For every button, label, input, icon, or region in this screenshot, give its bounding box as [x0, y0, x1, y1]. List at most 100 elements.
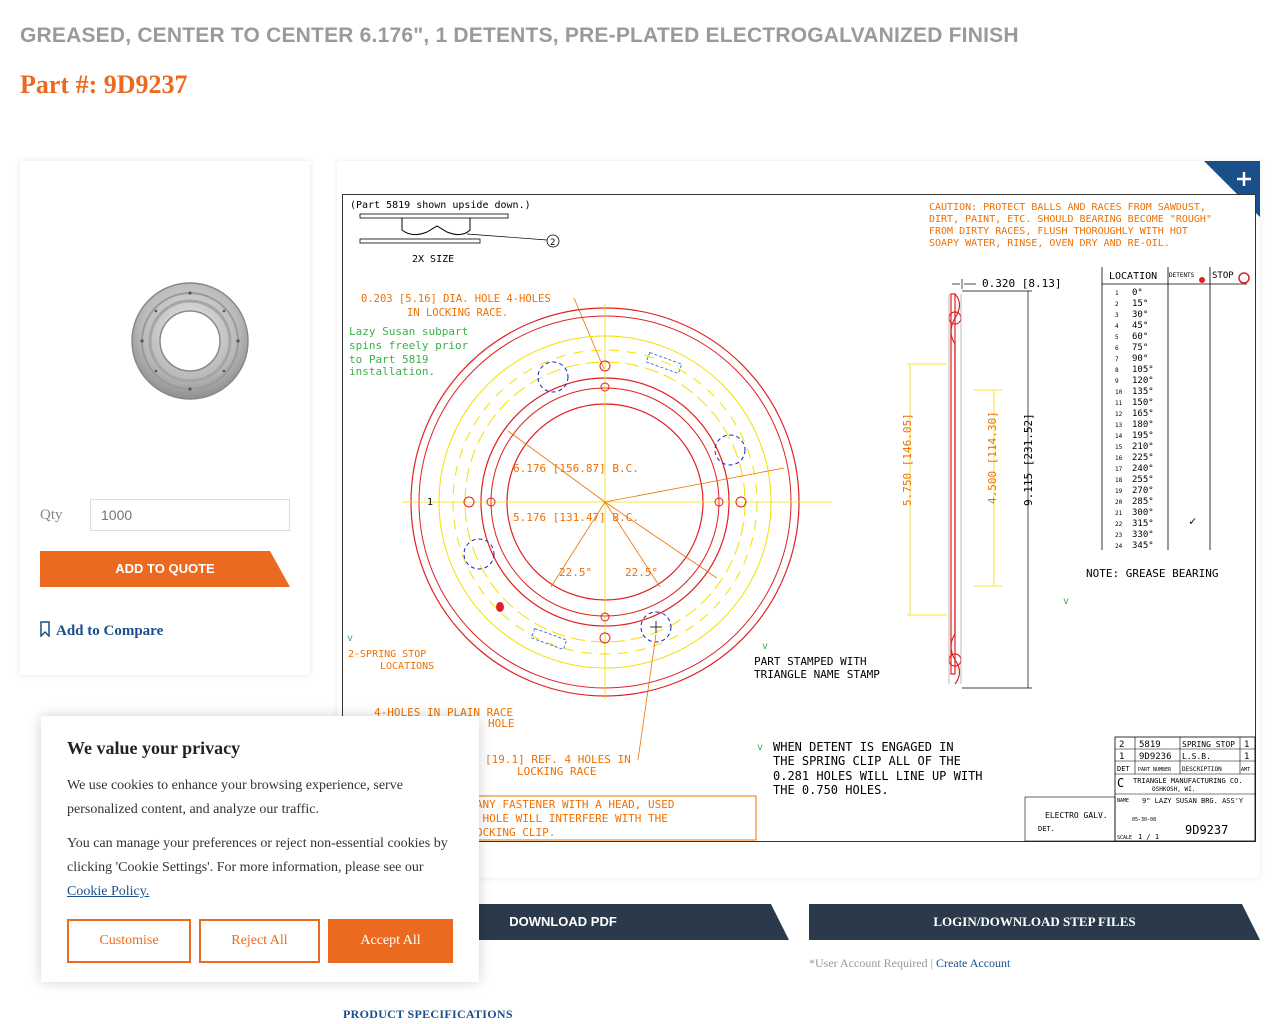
location-angle: 300° [1132, 508, 1154, 518]
svg-text:DET: DET [1117, 765, 1130, 773]
location-number: 21 [1115, 510, 1123, 517]
size-note: 2X SIZE [412, 254, 454, 265]
location-number: 1 [1115, 290, 1119, 297]
detent-note-line-4: THE 0.750 HOLES. [773, 783, 889, 797]
svg-text:1: 1 [1119, 752, 1124, 762]
svg-text:v: v [347, 633, 353, 644]
svg-text:ELECTRO GALV.: ELECTRO GALV. [1045, 811, 1108, 820]
location-angle: 180° [1132, 420, 1154, 430]
bc-label-1: 6.176 [156.87] B.C. [513, 462, 639, 475]
customise-button[interactable]: Customise [67, 919, 191, 963]
caution-line-4: SOAPY WATER, RINSE, OVEN DRY AND RE-OIL. [929, 238, 1170, 249]
location-angle: 150° [1132, 398, 1154, 408]
location-angle: 195° [1132, 431, 1154, 441]
svg-text:v: v [762, 641, 768, 652]
warning-line-2: 281 HOLE WILL INTERFERE WITH THE [456, 812, 668, 825]
svg-text:DESCRIPTION: DESCRIPTION [1182, 766, 1222, 773]
svg-text:05-30-08: 05-30-08 [1132, 817, 1156, 823]
loc-header-detents: DETENTS [1169, 272, 1195, 279]
create-account-link[interactable]: Create Account [936, 956, 1010, 970]
svg-text:9" LAZY SUSAN BRG. ASS'Y: 9" LAZY SUSAN BRG. ASS'Y [1142, 797, 1244, 805]
detent-note-line-3: 0.281 HOLES WILL LINE UP WITH [773, 769, 983, 783]
accept-all-button[interactable]: Accept All [328, 919, 453, 963]
location-angle: 45° [1132, 321, 1148, 331]
location-number: 3 [1115, 312, 1119, 319]
svg-text:1: 1 [1244, 740, 1249, 750]
svg-text:PART NUMBER: PART NUMBER [1138, 767, 1172, 773]
loc-header-location: LOCATION [1109, 271, 1157, 282]
ref-holes-line-2: LOCKING RACE [517, 765, 596, 778]
account-required-text: *User Account Required | [809, 956, 937, 970]
hole-note-line-2: IN LOCKING RACE. [407, 307, 508, 319]
cookie-policy-link[interactable]: Cookie Policy. [67, 884, 149, 899]
add-to-compare-label: Add to Compare [56, 623, 164, 639]
location-angle: 330° [1132, 530, 1154, 540]
stamped-line-1: PART STAMPED WITH [754, 655, 867, 668]
detent-note-line-1: WHEN DETENT IS ENGAGED IN [773, 740, 954, 754]
part-number: Part #: 9D9237 [20, 70, 188, 99]
location-angle: 120° [1132, 376, 1154, 386]
qty-label: Qty [40, 507, 63, 523]
location-number: 14 [1115, 433, 1123, 440]
location-number: 6 [1115, 345, 1119, 352]
location-number: 20 [1115, 499, 1123, 506]
svg-text:NAME: NAME [1117, 798, 1129, 804]
reject-all-button[interactable]: Reject All [199, 919, 320, 963]
lazy-note-line-2: spins freely prior [349, 339, 469, 352]
technical-drawing: (Part 5819 shown upside down.) 2 2X SIZE… [342, 194, 1256, 842]
location-angle: 270° [1132, 486, 1154, 496]
location-number: 10 [1115, 389, 1123, 396]
qty-input[interactable] [90, 499, 290, 531]
location-number: 18 [1115, 477, 1123, 484]
tab-product-specifications[interactable]: PRODUCT SPECIFICATIONS [343, 1007, 513, 1022]
caution-line-3: FROM DIRTY RACES, FLUSH THOROUGHLY WITH … [929, 226, 1188, 237]
svg-text:2: 2 [1119, 740, 1124, 750]
location-number: 11 [1115, 400, 1123, 407]
cookie-consent-banner: We value your privacy We use cookies to … [41, 716, 479, 982]
location-angle: 285° [1132, 497, 1154, 507]
lazy-note-line-4: installation. [349, 365, 435, 378]
loc-header-stop: STOP [1212, 271, 1234, 281]
svg-text:9D9237: 9D9237 [1185, 823, 1228, 837]
product-purchase-card: Qty ADD TO QUOTE Add to Compare [20, 161, 310, 675]
svg-text:1 / 1: 1 / 1 [1138, 833, 1159, 841]
detent-check: ✓ [1189, 514, 1196, 528]
product-title: GREASED, CENTER TO CENTER 6.176", 1 DETE… [20, 24, 1019, 47]
caution-line-1: CAUTION: PROTECT BALLS AND RACES FROM SA… [929, 202, 1206, 213]
location-angle: 315° [1132, 519, 1154, 529]
svg-text:v: v [757, 742, 763, 753]
location-angle: 90° [1132, 354, 1148, 364]
svg-text:TRIANGLE MANUFACTURING CO.: TRIANGLE MANUFACTURING CO. [1133, 777, 1243, 785]
location-number: 15 [1115, 444, 1123, 451]
callout-2: 2 [550, 238, 555, 248]
drawing-header-note: (Part 5819 shown upside down.) [350, 200, 531, 211]
product-thumbnail[interactable] [120, 271, 260, 416]
location-angle: 0° [1132, 288, 1143, 298]
angle-label-2: 22.5° [625, 566, 658, 579]
svg-text:DET.: DET. [1038, 825, 1055, 833]
add-to-compare-link[interactable]: Add to Compare [40, 621, 163, 642]
location-number: 13 [1115, 422, 1123, 429]
position-mark: 1 [427, 497, 433, 508]
location-number: 5 [1115, 334, 1119, 341]
svg-text:C: C [1117, 776, 1124, 790]
stamped-line-2: TRIANGLE NAME STAMP [754, 668, 880, 681]
location-angle: 30° [1132, 310, 1148, 320]
spring-stop-line-1: 2-SPRING STOP [348, 649, 426, 660]
location-number: 16 [1115, 455, 1123, 462]
svg-text:1: 1 [1244, 752, 1249, 762]
location-angle: 15° [1132, 299, 1148, 309]
location-number: 8 [1115, 367, 1119, 374]
add-to-quote-button[interactable]: ADD TO QUOTE [40, 551, 290, 587]
dim-5750: 5.750 [146.05] [901, 413, 914, 506]
svg-text:SPRING STOP: SPRING STOP [1182, 740, 1235, 749]
location-number: 7 [1115, 356, 1119, 363]
location-number: 12 [1115, 411, 1123, 418]
login-download-step-button[interactable]: LOGIN/DOWNLOAD STEP FILES [809, 904, 1260, 940]
location-number: 17 [1115, 466, 1123, 473]
plain-race-line-2: HOLE [488, 717, 515, 730]
location-angle: 255° [1132, 475, 1154, 485]
caution-line-2: DIRT, PAINT, ETC. SHOULD BEARING BECOME … [929, 214, 1212, 225]
location-number: 2 [1115, 301, 1119, 308]
bc-label-2: 5.176 [131.47] B.C. [513, 511, 639, 524]
